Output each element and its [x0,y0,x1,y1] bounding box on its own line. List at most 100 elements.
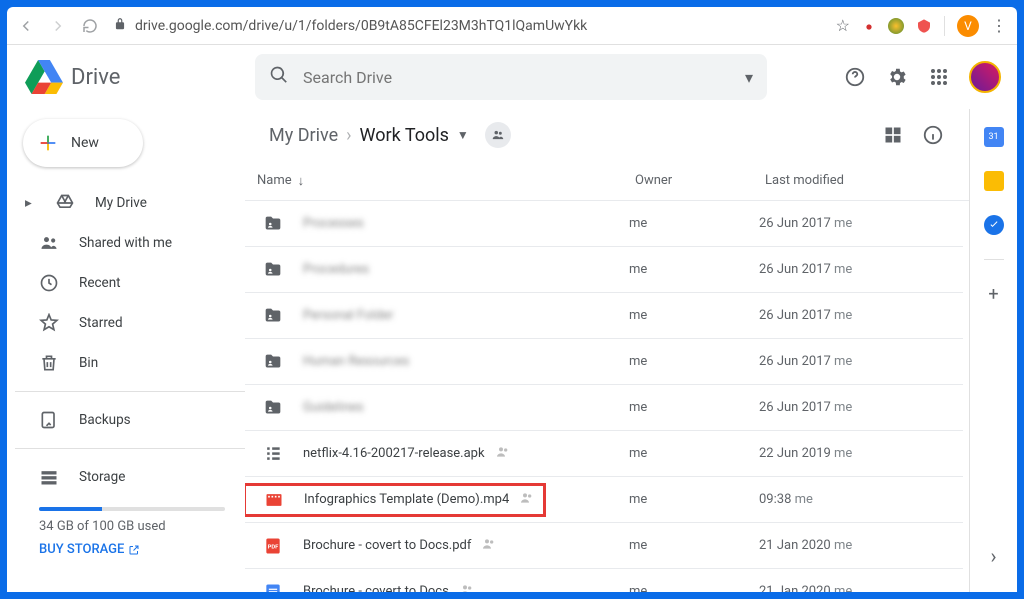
file-owner: me [629,262,759,277]
back-button[interactable] [17,17,35,35]
side-panel: 31 + › [969,109,1017,592]
new-button[interactable]: New [23,119,143,167]
storage-used-text: 34 GB of 100 GB used [39,519,225,534]
details-info-icon[interactable] [921,123,945,147]
shared-icon [519,490,535,510]
extension-icon-1[interactable] [862,19,876,33]
file-row[interactable]: Infographics Template (Demo).mp4 me 09:3… [245,477,963,523]
url-display[interactable]: drive.google.com/drive/u/1/folders/0B9tA… [113,17,822,35]
search-options-dropdown-icon[interactable]: ▾ [745,68,753,87]
browser-profile-avatar[interactable]: V [957,15,979,37]
file-owner: me [629,354,759,369]
file-name: Infographics Template (Demo).mp4 [304,492,509,507]
file-row[interactable]: Procedures me 26 Jun 2017 me [245,247,963,293]
file-modified: 21 Jan 2020 me [759,584,939,592]
extension-icon-2[interactable] [888,18,904,34]
content-area: My Drive › Work Tools ▼ [245,109,969,592]
file-row[interactable]: Personal Folder me 26 Jun 2017 me [245,293,963,339]
drive-logo[interactable]: Drive [25,59,245,95]
add-addon-icon[interactable]: + [988,284,998,305]
file-name: netflix-4.16-200217-release.apk [303,446,485,461]
shared-icon [495,444,511,464]
file-name: Procedures [303,262,369,277]
settings-gear-icon[interactable] [885,65,909,89]
file-owner: me [629,492,759,507]
apps-grid-icon[interactable] [927,65,951,89]
sidebar-item-bin[interactable]: Bin [15,343,245,383]
file-name: Guidelines [303,400,364,415]
file-modified: 26 Jun 2017 me [759,354,939,369]
column-header-name[interactable]: Name ↓ [253,173,635,189]
collapse-panel-icon[interactable]: › [990,544,996,568]
sidebar-item-storage[interactable]: Storage [15,457,245,497]
file-row[interactable]: PDFBrochure - covert to Docs.pdf me 21 J… [245,523,963,569]
gdoc-icon [253,582,293,593]
column-header-owner[interactable]: Owner [635,173,765,188]
tasks-icon[interactable] [984,215,1004,235]
folder-icon [253,259,293,281]
sidebar-item-label: Shared with me [79,235,172,251]
browser-address-bar: drive.google.com/drive/u/1/folders/0B9tA… [7,7,1017,45]
calendar-icon[interactable]: 31 [984,127,1004,147]
grid-view-icon[interactable] [881,123,905,147]
extension-icon-3[interactable] [916,18,932,34]
file-row[interactable]: Processes me 26 Jun 2017 me [245,201,963,247]
sidebar-item-recent[interactable]: Recent [15,263,245,303]
trash-icon [39,353,59,373]
list-header: Name ↓ Owner Last modified [245,161,969,201]
storage-progress-bar [39,507,225,511]
file-owner: me [629,216,759,231]
reload-button[interactable] [81,17,99,35]
sidebar-item-shared-with-me[interactable]: Shared with me [15,223,245,263]
apk-icon [253,444,293,464]
app-topbar: Drive ▾ [7,45,1017,109]
dropdown-arrow-icon[interactable]: ▼ [457,128,469,142]
browser-menu-icon[interactable]: ⋮ [991,16,1007,35]
pdf-icon: PDF [253,536,293,556]
expand-arrow-icon[interactable]: ▸ [25,195,35,211]
column-header-modified[interactable]: Last modified [765,173,945,188]
backups-icon [39,410,59,430]
file-row[interactable]: Guidelines me 26 Jun 2017 me [245,385,963,431]
folder-icon [253,397,293,419]
file-modified: 26 Jun 2017 me [759,400,939,415]
file-row[interactable]: netflix-4.16-200217-release.apk me 22 Ju… [245,431,963,477]
shared-icon [481,536,497,556]
forward-button[interactable] [49,17,67,35]
file-name: Brochure - covert to Docs.pdf [303,538,471,553]
plus-icon [37,132,59,154]
sidebar-item-my-drive[interactable]: ▸ My Drive [15,183,245,223]
file-owner: me [629,308,759,323]
sidebar-item-label: My Drive [95,195,147,211]
keep-icon[interactable] [984,171,1004,191]
sidebar-item-backups[interactable]: Backups [15,400,245,440]
chevron-right-icon: › [346,125,351,146]
bookmark-star-icon[interactable]: ☆ [836,16,850,35]
shared-icon [459,582,475,593]
folder-icon [253,213,293,235]
shared-folder-badge[interactable] [485,122,511,148]
breadcrumb-root[interactable]: My Drive [269,125,338,146]
sidebar-item-label: Bin [79,355,98,371]
sidebar-item-label: Recent [79,275,121,291]
sidebar-item-starred[interactable]: Starred [15,303,245,343]
new-button-label: New [71,135,99,151]
drive-logo-text: Drive [71,65,120,90]
breadcrumb-current[interactable]: Work Tools [360,125,449,146]
account-avatar[interactable] [969,61,1001,93]
help-icon[interactable] [843,65,867,89]
file-modified: 21 Jan 2020 me [759,538,939,553]
star-icon [39,313,59,333]
search-input[interactable] [303,68,731,87]
search-bar[interactable]: ▾ [255,54,767,100]
storage-icon [39,467,59,487]
lock-icon [113,17,127,35]
file-modified: 26 Jun 2017 me [759,262,939,277]
clock-icon [39,273,59,293]
buy-storage-link[interactable]: BUY STORAGE [39,542,140,557]
file-row[interactable]: Brochure - covert to Docs me 21 Jan 2020… [245,569,963,592]
url-text: drive.google.com/drive/u/1/folders/0B9tA… [135,18,587,34]
file-name: Human Resources [303,354,409,369]
file-owner: me [629,400,759,415]
file-row[interactable]: Human Resources me 26 Jun 2017 me [245,339,963,385]
